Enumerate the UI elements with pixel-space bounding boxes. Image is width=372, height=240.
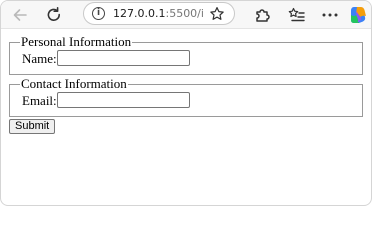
name-label: Name: <box>22 51 57 66</box>
page-content: Personal Information Name: Contact Infor… <box>1 29 371 205</box>
profile-menu-icon[interactable] <box>319 4 341 26</box>
url-path: :5500/in... <box>165 7 203 20</box>
email-input[interactable] <box>57 92 190 108</box>
submit-button[interactable]: Submit <box>9 119 56 134</box>
name-row: Name: <box>22 49 362 69</box>
contact-information-legend: Contact Information <box>21 76 127 91</box>
browser-window: i 127.0.0.1:5500/in... Personal Informat… <box>0 0 372 206</box>
favorites-list-icon[interactable] <box>286 4 308 26</box>
address-bar[interactable]: i 127.0.0.1:5500/in... <box>83 2 235 25</box>
browser-toolbar: i 127.0.0.1:5500/in... <box>1 1 371 29</box>
back-arrow-icon[interactable] <box>9 4 31 26</box>
site-info-icon[interactable]: i <box>92 7 105 20</box>
contact-information-fieldset: Contact Information Email: <box>9 77 363 117</box>
personal-information-fieldset: Personal Information Name: <box>9 35 363 75</box>
name-input[interactable] <box>57 50 190 66</box>
email-row: Email: <box>22 91 362 111</box>
favorite-star-icon[interactable] <box>209 6 225 27</box>
url-host: 127.0.0.1 <box>113 7 166 20</box>
extensions-puzzle-icon[interactable] <box>251 4 273 26</box>
email-label: Email: <box>22 93 57 108</box>
personal-information-legend: Personal Information <box>21 34 132 49</box>
copilot-icon[interactable] <box>347 4 369 26</box>
refresh-icon[interactable] <box>43 4 65 26</box>
url-text[interactable]: 127.0.0.1:5500/in... <box>113 6 203 22</box>
